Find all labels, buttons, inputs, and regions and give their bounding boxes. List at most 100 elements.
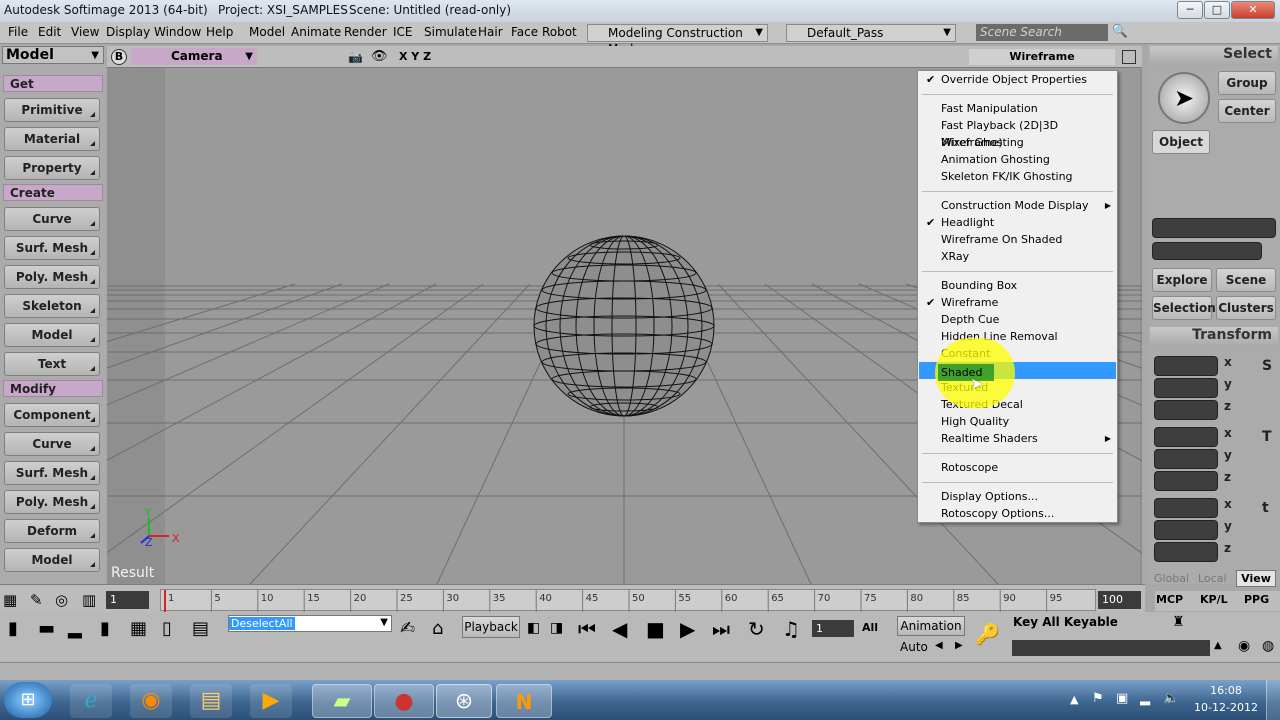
menu-item-wireframe-on-shaded[interactable]: Wireframe On Shaded	[918, 231, 1117, 248]
scene-button[interactable]: Scene	[1216, 268, 1276, 292]
current-frame-field[interactable]: 1	[812, 620, 854, 637]
audio-icon[interactable]: ♫	[782, 617, 800, 641]
menu-item-mixer-ghosting[interactable]: Mixer Ghosting	[918, 134, 1117, 151]
first-frame-icon[interactable]: ⏮	[578, 617, 596, 641]
component-button[interactable]: Component	[4, 403, 100, 427]
menu-render[interactable]: Render	[344, 25, 387, 39]
menu-item-depth-cue[interactable]: Depth Cue	[918, 311, 1117, 328]
layout-6-icon[interactable]: ▯	[162, 618, 172, 639]
menu-window[interactable]: Window	[154, 25, 201, 39]
maximize-viewport-icon[interactable]	[1122, 50, 1136, 64]
menu-item-display-options[interactable]: Display Options...	[918, 488, 1117, 505]
maximize-button[interactable]: □	[1204, 1, 1230, 19]
layout-icon[interactable]: ▥	[82, 591, 96, 609]
layout-7-icon[interactable]: ▤	[192, 618, 209, 639]
grid-icon[interactable]: ▦	[3, 591, 17, 609]
menu-item-bounding-box[interactable]: Bounding Box	[918, 277, 1117, 294]
menu-item-xray[interactable]: XRay	[918, 248, 1117, 265]
softimage-icon[interactable]: ⊛	[436, 684, 492, 718]
menu-file[interactable]: File	[8, 25, 28, 39]
auto-key-toggle[interactable]: Auto	[900, 640, 928, 654]
section-modify[interactable]: Modify	[3, 380, 103, 397]
signal-icon[interactable]: ▂	[1140, 691, 1150, 706]
explore-button[interactable]: Explore	[1152, 268, 1212, 292]
close-button[interactable]: ✕	[1231, 1, 1275, 19]
menu-item-fast-playback[interactable]: Fast Playback (2D|3D Wireframe)	[918, 117, 1117, 149]
menu-item-realtime-shaders[interactable]: Realtime Shaders ▶	[918, 430, 1117, 447]
start-button[interactable]: ⊞	[4, 682, 52, 718]
menu-ice[interactable]: ICE	[393, 25, 413, 39]
create-model-button[interactable]: Model	[4, 323, 100, 347]
viewport-letter[interactable]: B	[111, 49, 127, 65]
menu-face-robot[interactable]: Face Robot	[511, 25, 577, 39]
menu-item-construction-mode-display[interactable]: Construction Mode Display ▶	[918, 197, 1117, 214]
media-player-icon[interactable]: ▶	[250, 684, 292, 718]
prev-key-icon[interactable]: ◧	[527, 620, 540, 636]
modify-model-button[interactable]: Model	[4, 548, 100, 572]
menu-item-constant[interactable]: Constant	[918, 345, 1117, 362]
ie-icon[interactable]: ℯ	[70, 684, 112, 718]
view-toggle[interactable]: View	[1236, 570, 1276, 587]
tab-kpl[interactable]: KP/L	[1200, 593, 1228, 606]
minimize-button[interactable]: ─	[1177, 1, 1203, 19]
layout-grid-icon[interactable]: ▦	[130, 618, 147, 639]
loop-icon[interactable]: ↻	[748, 617, 765, 641]
key-icon[interactable]: 🔑	[975, 622, 1000, 646]
n-app-icon[interactable]: N	[496, 684, 552, 718]
property-button[interactable]: Property	[4, 156, 100, 180]
animation-button[interactable]: Animation	[897, 616, 965, 636]
layout-2-icon[interactable]: ▬	[38, 618, 55, 639]
filter-field[interactable]	[1152, 242, 1262, 260]
clock-date[interactable]: 10-12-2012	[1190, 701, 1262, 714]
rotate-y-field[interactable]	[1154, 449, 1218, 469]
modify-curve-button[interactable]: Curve	[4, 432, 100, 456]
rotate-icon[interactable]: T	[1262, 429, 1272, 445]
tray-expand-icon[interactable]: ▲	[1070, 693, 1078, 706]
select-arrow-icon[interactable]: ➤	[1158, 72, 1210, 124]
explorer-icon[interactable]: ▤	[190, 684, 232, 718]
display-mode-button[interactable]: Wireframe	[969, 49, 1115, 65]
prev-arrow-icon[interactable]: ◀	[935, 640, 943, 651]
create-surf-mesh-button[interactable]: Surf. Mesh	[4, 236, 100, 260]
modify-surf-mesh-button[interactable]: Surf. Mesh	[4, 461, 100, 485]
notes-icon[interactable]: ▰	[312, 684, 372, 718]
pass-dropdown[interactable]: Default_Pass ▼	[786, 24, 956, 42]
global-toggle[interactable]: Global	[1154, 572, 1189, 585]
menu-item-rotoscope[interactable]: Rotoscope	[918, 459, 1117, 476]
playback-button[interactable]: Playback	[462, 616, 520, 638]
menu-simulate[interactable]: Simulate	[424, 25, 477, 39]
play-icon[interactable]: ▶	[680, 617, 695, 641]
translate-icon[interactable]: t	[1262, 500, 1269, 516]
primitive-button[interactable]: Primitive	[4, 98, 100, 122]
scale-icon[interactable]: S	[1262, 358, 1272, 374]
last-frame-icon[interactable]: ⏭	[712, 617, 730, 641]
menu-item-hidden-line-removal[interactable]: Hidden Line Removal	[918, 328, 1117, 345]
rotate-z-field[interactable]	[1154, 471, 1218, 491]
command-field[interactable]: DeselectAll ▼	[228, 615, 392, 632]
menu-item-textured[interactable]: Textured	[918, 379, 1117, 396]
scene-search-input[interactable]: Scene Search	[976, 24, 1108, 41]
clusters-button[interactable]: Clusters	[1216, 296, 1276, 320]
modify-poly-mesh-button[interactable]: Poly. Mesh	[4, 490, 100, 514]
scale-y-field[interactable]	[1154, 378, 1218, 398]
timeline[interactable]: ▦ ✎ ◎ ▥ 1 1 5 10 15 20 25 30 35 40 45 50 55 60 65 70 75…	[0, 584, 1145, 614]
menu-item-textured-decal[interactable]: Textured Decal	[918, 396, 1117, 413]
menu-item-override-object-properties[interactable]: ✔ Override Object Properties	[918, 71, 1117, 88]
selection-button[interactable]: Selection	[1152, 296, 1216, 320]
translate-y-field[interactable]	[1154, 520, 1218, 540]
layout-4-icon[interactable]: ▮	[100, 618, 110, 639]
volume-icon[interactable]: 🔈	[1163, 691, 1179, 706]
menu-hair[interactable]: Hair	[478, 25, 503, 39]
menu-edit[interactable]: Edit	[38, 25, 61, 39]
menu-display[interactable]: Display	[106, 25, 150, 39]
recorder-icon[interactable]: ●	[374, 684, 434, 718]
camera-icon[interactable]: 📷	[348, 50, 363, 64]
menu-view[interactable]: View	[71, 25, 99, 39]
rotate-x-field[interactable]	[1154, 427, 1218, 447]
camera-dropdown[interactable]: Camera ▼	[131, 48, 257, 65]
menu-item-rotoscopy-options[interactable]: Rotoscopy Options...	[918, 505, 1117, 522]
prev-frame-icon[interactable]: ◀	[612, 617, 627, 641]
menu-item-wireframe[interactable]: ✔ Wireframe	[918, 294, 1117, 311]
scale-x-field[interactable]	[1154, 356, 1218, 376]
stop-icon[interactable]: ■	[646, 617, 665, 641]
